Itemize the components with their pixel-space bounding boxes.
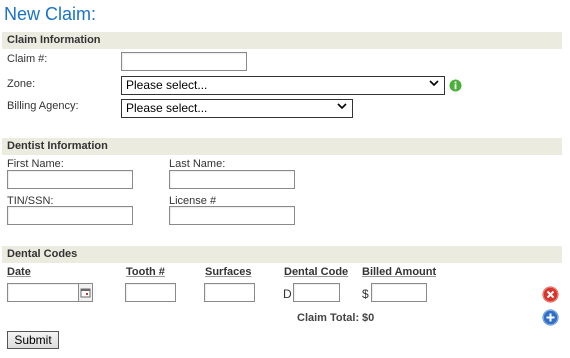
zone-label: Zone: xyxy=(7,78,36,90)
license-input[interactable] xyxy=(169,206,295,225)
surfaces-input[interactable] xyxy=(204,283,255,302)
claim-number-label: Claim #: xyxy=(7,53,48,65)
last-name-label: Last Name: xyxy=(169,158,226,170)
calendar-icon[interactable] xyxy=(78,283,93,302)
amount-prefix: $ xyxy=(362,287,369,301)
column-header-tooth: Tooth # xyxy=(126,266,165,278)
tooth-input[interactable] xyxy=(125,283,176,302)
page-title: New Claim: xyxy=(4,4,97,24)
last-name-input[interactable] xyxy=(169,170,295,189)
column-header-dental-code: Dental Code xyxy=(284,266,349,278)
date-input[interactable] xyxy=(7,283,79,302)
billing-agency-label: Billing Agency: xyxy=(7,100,79,112)
zone-select[interactable]: Please select... xyxy=(121,76,445,95)
chevron-down-icon xyxy=(337,103,347,110)
claim-number-input[interactable] xyxy=(121,52,247,71)
info-icon[interactable] xyxy=(449,79,462,92)
claim-total-value: $0 xyxy=(362,312,375,324)
dentist-info-header: Dentist Information xyxy=(2,138,562,155)
first-name-label: First Name: xyxy=(7,158,64,170)
column-header-billed-amount: Billed Amount xyxy=(362,266,437,278)
billing-agency-select-value: Please select... xyxy=(126,101,208,115)
zone-select-value: Please select... xyxy=(126,78,208,92)
first-name-input[interactable] xyxy=(7,170,133,189)
tin-ssn-input[interactable] xyxy=(7,206,133,225)
submit-button[interactable]: Submit xyxy=(7,331,59,349)
dental-code-prefix: D xyxy=(283,287,292,301)
claim-info-header: Claim Information xyxy=(2,32,562,49)
column-header-date: Date xyxy=(7,266,31,278)
add-row-icon[interactable] xyxy=(542,309,559,326)
billed-amount-input[interactable] xyxy=(371,283,427,302)
chevron-down-icon xyxy=(429,80,439,87)
billing-agency-select[interactable]: Please select... xyxy=(121,99,353,118)
dental-codes-header: Dental Codes xyxy=(2,246,562,263)
column-header-surfaces: Surfaces xyxy=(205,266,252,278)
dental-code-input[interactable] xyxy=(293,283,340,302)
remove-row-icon[interactable] xyxy=(542,286,559,303)
claim-total-label: Claim Total: xyxy=(297,312,360,324)
